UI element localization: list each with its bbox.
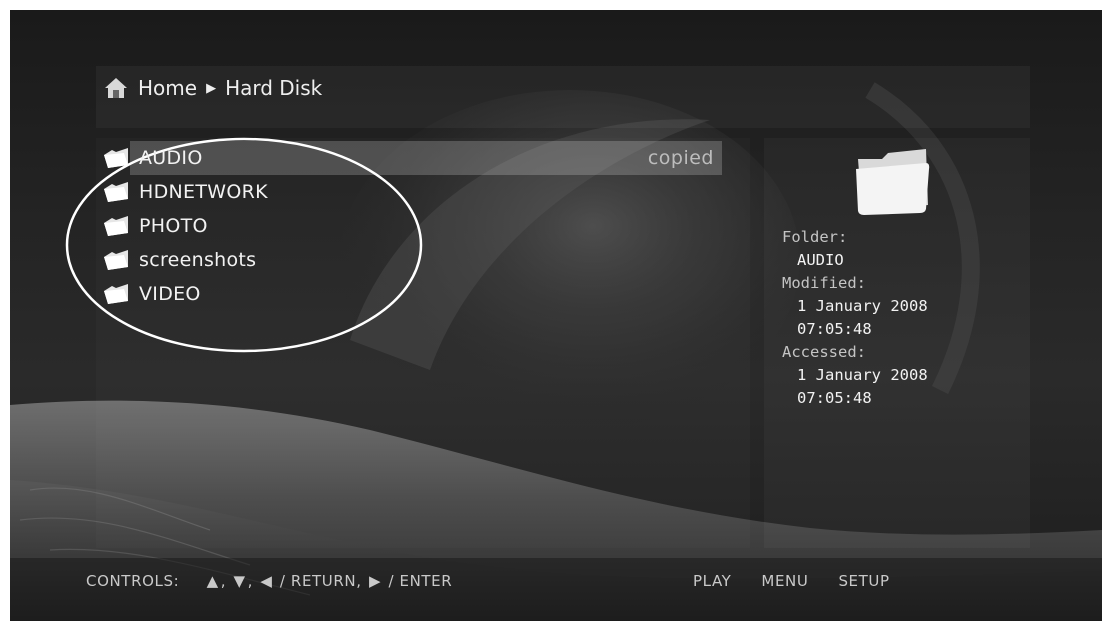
home-icon[interactable] <box>104 76 128 100</box>
file-list-item-hdnetwork[interactable]: HDNETWORK <box>96 175 722 209</box>
file-name: PHOTO <box>139 215 208 237</box>
accessed-label: Accessed: <box>782 343 866 361</box>
folder-value: AUDIO <box>797 251 844 269</box>
controls-label: CONTROLS: <box>86 572 180 590</box>
file-name: HDNETWORK <box>139 181 268 203</box>
triangle-left-icon: ◀ <box>260 572 273 590</box>
play-button[interactable]: PLAY <box>693 572 731 590</box>
modified-label: Modified: <box>782 274 866 292</box>
breadcrumb-current[interactable]: Hard Disk <box>225 76 322 100</box>
folder-icon <box>856 149 930 215</box>
file-list-item-video[interactable]: VIDEO <box>96 277 722 311</box>
file-list-item-photo[interactable]: PHOTO <box>96 209 722 243</box>
menu-button[interactable]: MENU <box>761 572 808 590</box>
setup-button[interactable]: SETUP <box>838 572 889 590</box>
file-list: AUDIO copied HDNETWORK PHOTO screenshots… <box>96 141 722 311</box>
folder-icon <box>104 250 128 270</box>
accessed-time: 07:05:48 <box>797 389 872 407</box>
enter-label: / ENTER <box>388 572 453 590</box>
triangle-right-icon: ▶ <box>368 572 382 590</box>
modified-time: 07:05:48 <box>797 320 872 338</box>
triangle-up-icon: ▲ <box>206 572 219 590</box>
file-list-item-screenshots[interactable]: screenshots <box>96 243 722 277</box>
selection-highlight <box>130 141 722 175</box>
return-label: / RETURN, <box>279 572 362 590</box>
folder-info: Folder: AUDIO Modified: 1 January 2008 0… <box>782 226 1012 410</box>
file-list-item-audio[interactable]: AUDIO copied <box>96 141 722 175</box>
menu-buttons: PLAY MENU SETUP <box>693 572 890 590</box>
folder-icon <box>104 216 128 236</box>
file-name: VIDEO <box>139 283 201 305</box>
modified-date: 1 January 2008 <box>797 297 928 315</box>
file-status: copied <box>647 147 714 169</box>
file-name: screenshots <box>139 249 257 271</box>
folder-label: Folder: <box>782 228 848 246</box>
accessed-date: 1 January 2008 <box>797 366 928 384</box>
breadcrumb: Home ▶ Hard Disk <box>138 74 322 102</box>
folder-icon <box>104 182 128 202</box>
breadcrumb-home[interactable]: Home <box>138 76 197 100</box>
triangle-down-icon: ▼ <box>233 572 246 590</box>
triangle-right-icon: ▶ <box>206 80 217 96</box>
file-name: AUDIO <box>139 147 203 169</box>
controls-hint: CONTROLS: ▲, ▼, ◀ / RETURN, ▶ / ENTER <box>86 572 453 590</box>
folder-icon <box>104 148 128 168</box>
folder-icon <box>104 284 128 304</box>
